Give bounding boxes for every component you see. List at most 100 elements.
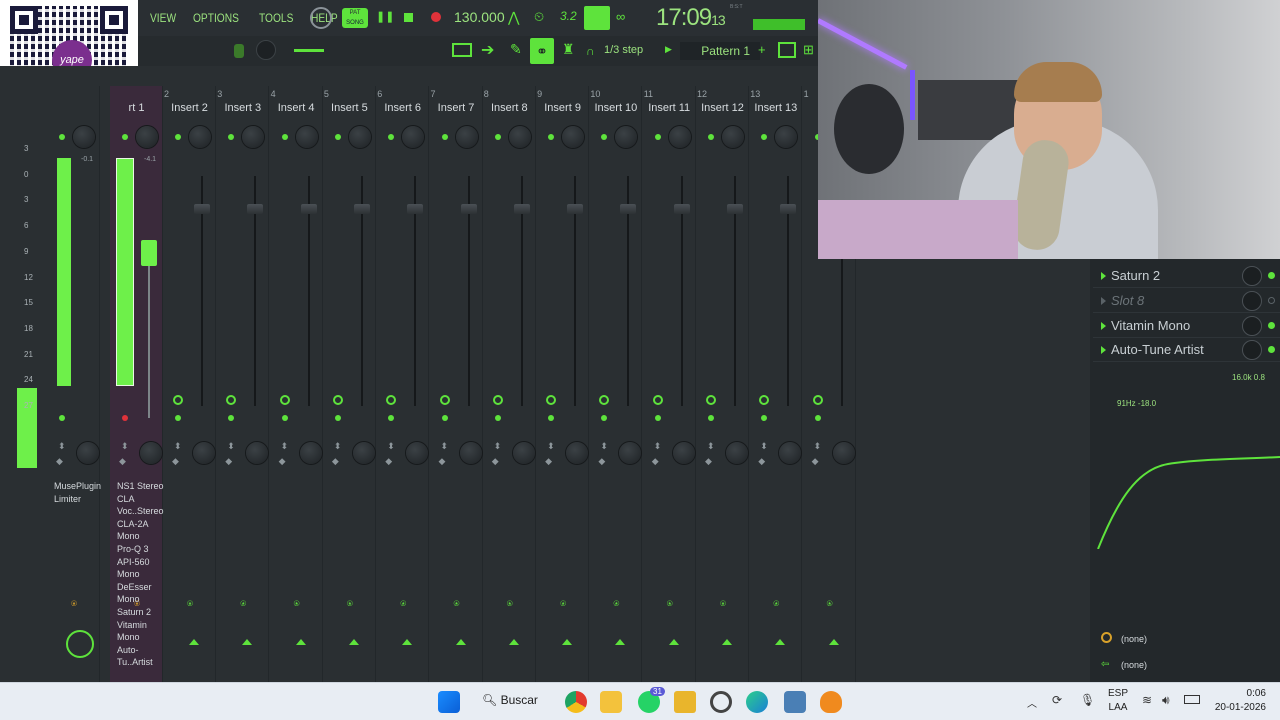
strip-name[interactable]: Insert 7 [430,102,483,114]
volume-fader[interactable] [141,240,157,266]
stereo-knob[interactable] [459,442,482,464]
fx-slot[interactable]: Slot 8 [1093,289,1280,313]
microphone-icon[interactable]: 🎙︎ [1080,693,1095,707]
slot-mix-knob[interactable] [1242,290,1262,311]
slot-arrow-icon[interactable] [1101,346,1106,355]
send-arrow-icon[interactable] [402,639,413,645]
stereo-separation-icon[interactable]: ◆ [172,456,179,467]
mixer-strip[interactable]: ⬍ ◆ ⍟ MusePlugin Limiter -0.1 [47,86,101,682]
stereo-arrows-icon[interactable]: ⬍ [441,441,449,452]
stereo-separation-icon[interactable]: ◆ [119,456,126,467]
send-knob-icon[interactable]: ⍟ [347,599,353,610]
stereo-separation-icon[interactable]: ◆ [279,456,286,467]
stereo-separation-icon[interactable]: ◆ [56,456,63,467]
stamp-icon[interactable]: ♜ [562,41,575,58]
strip-enable-led[interactable] [441,134,448,140]
slot-mix-knob[interactable] [1242,266,1262,286]
piano-roll-icon[interactable] [452,43,472,57]
chrome-icon[interactable] [565,691,587,713]
send-arrow-icon[interactable] [189,639,199,645]
route-led[interactable] [814,415,821,421]
volume-fader[interactable] [247,204,264,214]
strip-enable-led[interactable] [494,134,501,140]
volume-fader[interactable] [727,204,743,214]
fx-entry[interactable]: Pro-Q 3 [117,543,164,556]
arrow-right-icon[interactable]: ➔ [481,40,494,60]
metronome-icon[interactable]: ⋀ [508,9,519,26]
magnet-icon[interactable]: ∩ [586,44,595,58]
send-knob-icon[interactable]: ⍟ [507,599,513,610]
tempo-display[interactable]: 130.000 [454,9,505,25]
volume-fader[interactable] [194,204,210,214]
strip-name[interactable]: Insert 10 [589,102,642,114]
volume-fader[interactable] [353,204,370,214]
send-knob-icon[interactable]: ⍟ [240,599,246,610]
stereo-knob[interactable] [246,442,269,464]
strip-name[interactable]: Insert 3 [216,102,269,114]
strip-name[interactable]: Insert 12 [696,102,749,114]
route-led[interactable] [228,415,235,421]
stereo-separation-icon[interactable]: ◆ [439,456,446,467]
route-knob-icon[interactable] [546,395,557,405]
fx-entry[interactable]: Limiter [54,493,101,506]
menu-options[interactable]: OPTIONS [193,11,239,25]
pan-knob[interactable] [775,126,798,148]
send-knob-icon[interactable]: ⍟ [827,599,833,610]
strip-enable-led[interactable] [59,134,65,140]
strip-name[interactable]: Insert 6 [376,102,429,114]
route-knob-icon[interactable] [759,395,770,405]
volume-fader[interactable] [300,204,317,214]
strip-name[interactable]: Insert 11 [643,102,696,114]
pan-knob[interactable] [615,126,638,148]
strip-enable-led[interactable] [122,134,128,140]
mixer-strip[interactable]: 5 Insert 5 ⬍ ◆ ⍟ [323,86,376,682]
wait-icon[interactable]: ⏲ [534,9,544,25]
volume-fader[interactable] [567,204,584,214]
route-led[interactable] [548,415,555,421]
fx-entry[interactable]: Saturn 2 [117,606,164,619]
menu-tools[interactable]: TOOLS [259,11,293,25]
route-led[interactable] [281,415,288,421]
loop-record-icon[interactable] [584,6,610,30]
strip-enable-led[interactable] [175,134,181,140]
fx-entry[interactable]: DeEsser Mono [117,581,164,606]
stereo-arrows-icon[interactable]: ⬍ [547,441,555,452]
stereo-knob[interactable] [779,442,802,464]
stereo-knob[interactable] [406,442,429,464]
sync-icon[interactable]: ⟳ [1052,693,1062,707]
pencil-icon[interactable]: ✎ [510,41,522,58]
route-knob-icon[interactable] [599,395,610,405]
send-knob-icon[interactable]: ⍟ [667,599,673,610]
snap-step-label[interactable]: 1/3 step [604,44,643,56]
countdown-icon[interactable]: 3.2 [560,9,577,23]
mixer-strip[interactable]: 3 Insert 3 ⬍ ◆ ⍟ [216,86,270,682]
pan-knob[interactable] [348,126,371,148]
pan-knob[interactable] [242,126,265,148]
pause-button[interactable]: ❚❚ [376,10,394,26]
route-led[interactable] [59,415,65,421]
wifi-icon[interactable]: ≋ [1142,693,1152,707]
mixer-strip[interactable]: 11 Insert 11 ⬍ ◆ ⍟ [643,86,696,682]
fx-entry[interactable]: MusePlugin [54,480,101,493]
stereo-separation-icon[interactable]: ◆ [225,456,232,467]
route-led[interactable] [654,415,661,421]
pan-knob[interactable] [73,126,95,148]
route-led[interactable] [761,415,768,421]
fx-entry[interactable]: Auto-Tu..Artist [117,644,164,669]
slot-arrow-icon[interactable] [1101,321,1106,330]
pan-knob[interactable] [189,126,211,148]
stereo-knob[interactable] [619,442,642,464]
strip-enable-led[interactable] [761,134,768,140]
mixer-strip[interactable]: 9 Insert 9 ⬍ ◆ ⍟ [536,86,590,682]
stereo-knob[interactable] [77,442,99,464]
slot-arrow-icon[interactable] [1101,296,1106,305]
send-arrow-icon[interactable] [722,639,732,645]
route-led[interactable] [175,415,181,421]
route-led[interactable] [441,415,448,421]
mixer-strip[interactable]: 13 Insert 13 ⬍ ◆ ⍟ [749,86,803,682]
stop-button[interactable] [404,13,413,22]
pan-knob[interactable] [668,126,691,148]
send-arrow-icon[interactable] [295,639,306,645]
strip-enable-led[interactable] [601,134,608,140]
mixer-strip[interactable]: 2 Insert 2 ⬍ ◆ ⍟ [163,86,216,682]
